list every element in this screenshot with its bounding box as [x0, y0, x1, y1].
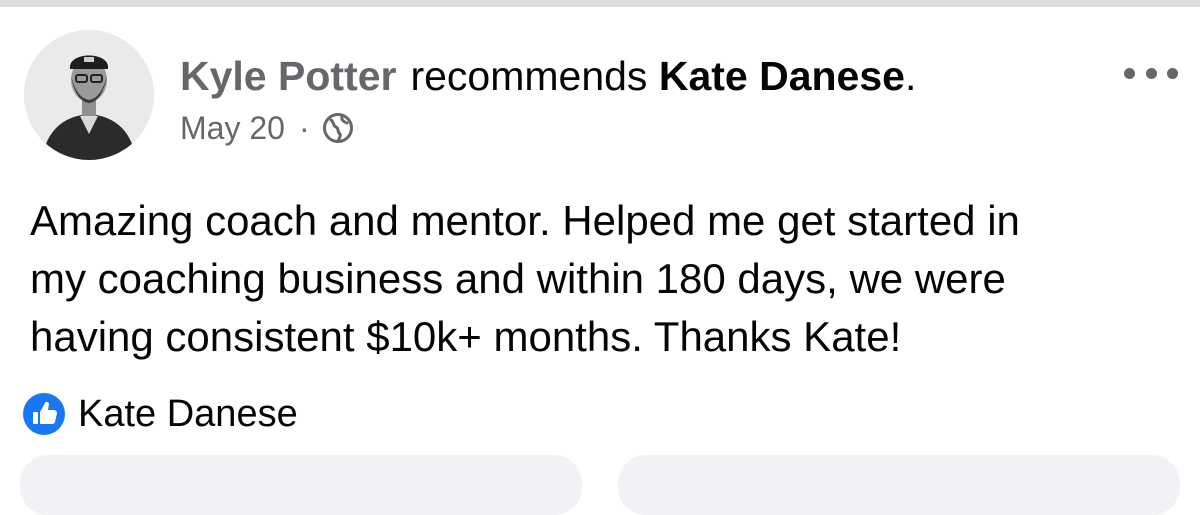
recommended-page-label: Kate Danese — [78, 393, 298, 435]
avatar-photo — [24, 30, 154, 160]
header-period: . — [904, 53, 917, 99]
more-dot — [1167, 67, 1178, 79]
recommended-page-name[interactable]: Kate Danese — [659, 53, 905, 99]
post-header: Kyle Potter recommends Kate Danese. — [180, 52, 916, 100]
author-name[interactable]: Kyle Potter — [180, 53, 396, 99]
post-text-line: having consistent $10k+ months. Thanks K… — [30, 313, 902, 360]
recommend-thumbs-up-icon — [22, 392, 66, 436]
post-text-line: Amazing coach and mentor. Helped me get … — [30, 197, 1020, 244]
post-text-line: my coaching business and within 180 days… — [30, 255, 1006, 302]
post-meta: May 20 · — [180, 109, 354, 147]
action-text: recommends — [410, 53, 648, 99]
action-button-left[interactable] — [20, 455, 582, 515]
post-date[interactable]: May 20 — [180, 109, 285, 147]
globe-icon[interactable] — [322, 112, 354, 144]
top-divider — [0, 0, 1200, 7]
more-dot — [1145, 67, 1157, 79]
recommendation-tag[interactable]: Kate Danese — [22, 392, 298, 436]
post-text: Amazing coach and mentor. Helped me get … — [30, 192, 1180, 366]
action-button-right[interactable] — [618, 455, 1180, 515]
more-dot — [1124, 67, 1135, 79]
meta-separator: · — [298, 110, 310, 146]
more-options-icon[interactable] — [1124, 60, 1178, 86]
avatar[interactable] — [24, 30, 154, 160]
